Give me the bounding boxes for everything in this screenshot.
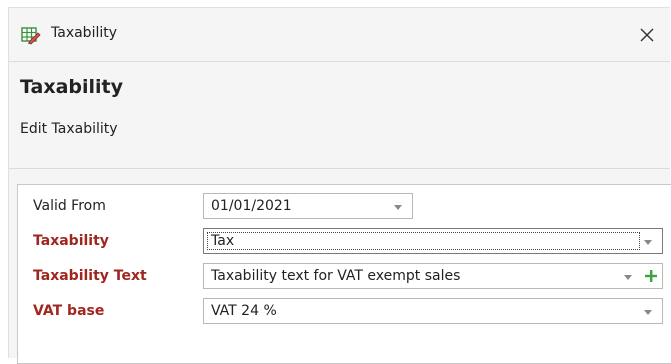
title-bar: Taxability — [9, 8, 670, 62]
vat-base-value: VAT 24 % — [211, 303, 277, 319]
chevron-down-icon[interactable] — [641, 235, 655, 249]
taxability-text-label: Taxability Text — [33, 268, 147, 284]
chevron-down-icon[interactable] — [621, 270, 635, 284]
taxability-label: Taxability — [33, 233, 109, 249]
focus-indicator — [207, 232, 640, 250]
page-title: Taxability — [20, 76, 124, 98]
chevron-down-icon[interactable] — [391, 200, 405, 214]
header-divider — [9, 168, 670, 169]
valid-from-label: Valid From — [33, 198, 106, 214]
valid-from-row: Valid From 01/01/2021 — [18, 189, 671, 221]
vat-base-row: VAT base VAT 24 % — [18, 294, 671, 326]
taxability-select[interactable]: Tax — [203, 228, 663, 254]
window-title: Taxability — [51, 25, 118, 41]
page-subtitle: Edit Taxability — [20, 121, 118, 137]
taxability-row: Taxability Tax — [18, 224, 671, 256]
taxability-text-value: Taxability text for VAT exempt sales — [211, 268, 461, 284]
close-icon — [640, 28, 654, 42]
taxability-text-row: Taxability Text Taxability text for VAT … — [18, 259, 671, 291]
taxability-text-select[interactable]: Taxability text for VAT exempt sales — [203, 263, 663, 289]
taxability-value: Tax — [211, 233, 235, 249]
vat-base-label: VAT base — [33, 303, 105, 319]
chevron-down-icon[interactable] — [641, 305, 655, 319]
table-edit-icon — [21, 25, 41, 45]
valid-from-value: 01/01/2021 — [211, 198, 292, 214]
add-icon[interactable] — [640, 264, 662, 288]
form-group: Valid From 01/01/2021 Taxability Tax Tax… — [17, 184, 671, 364]
valid-from-date-field[interactable]: 01/01/2021 — [203, 193, 413, 219]
vat-base-select[interactable]: VAT 24 % — [203, 298, 663, 324]
close-button[interactable] — [632, 20, 662, 50]
